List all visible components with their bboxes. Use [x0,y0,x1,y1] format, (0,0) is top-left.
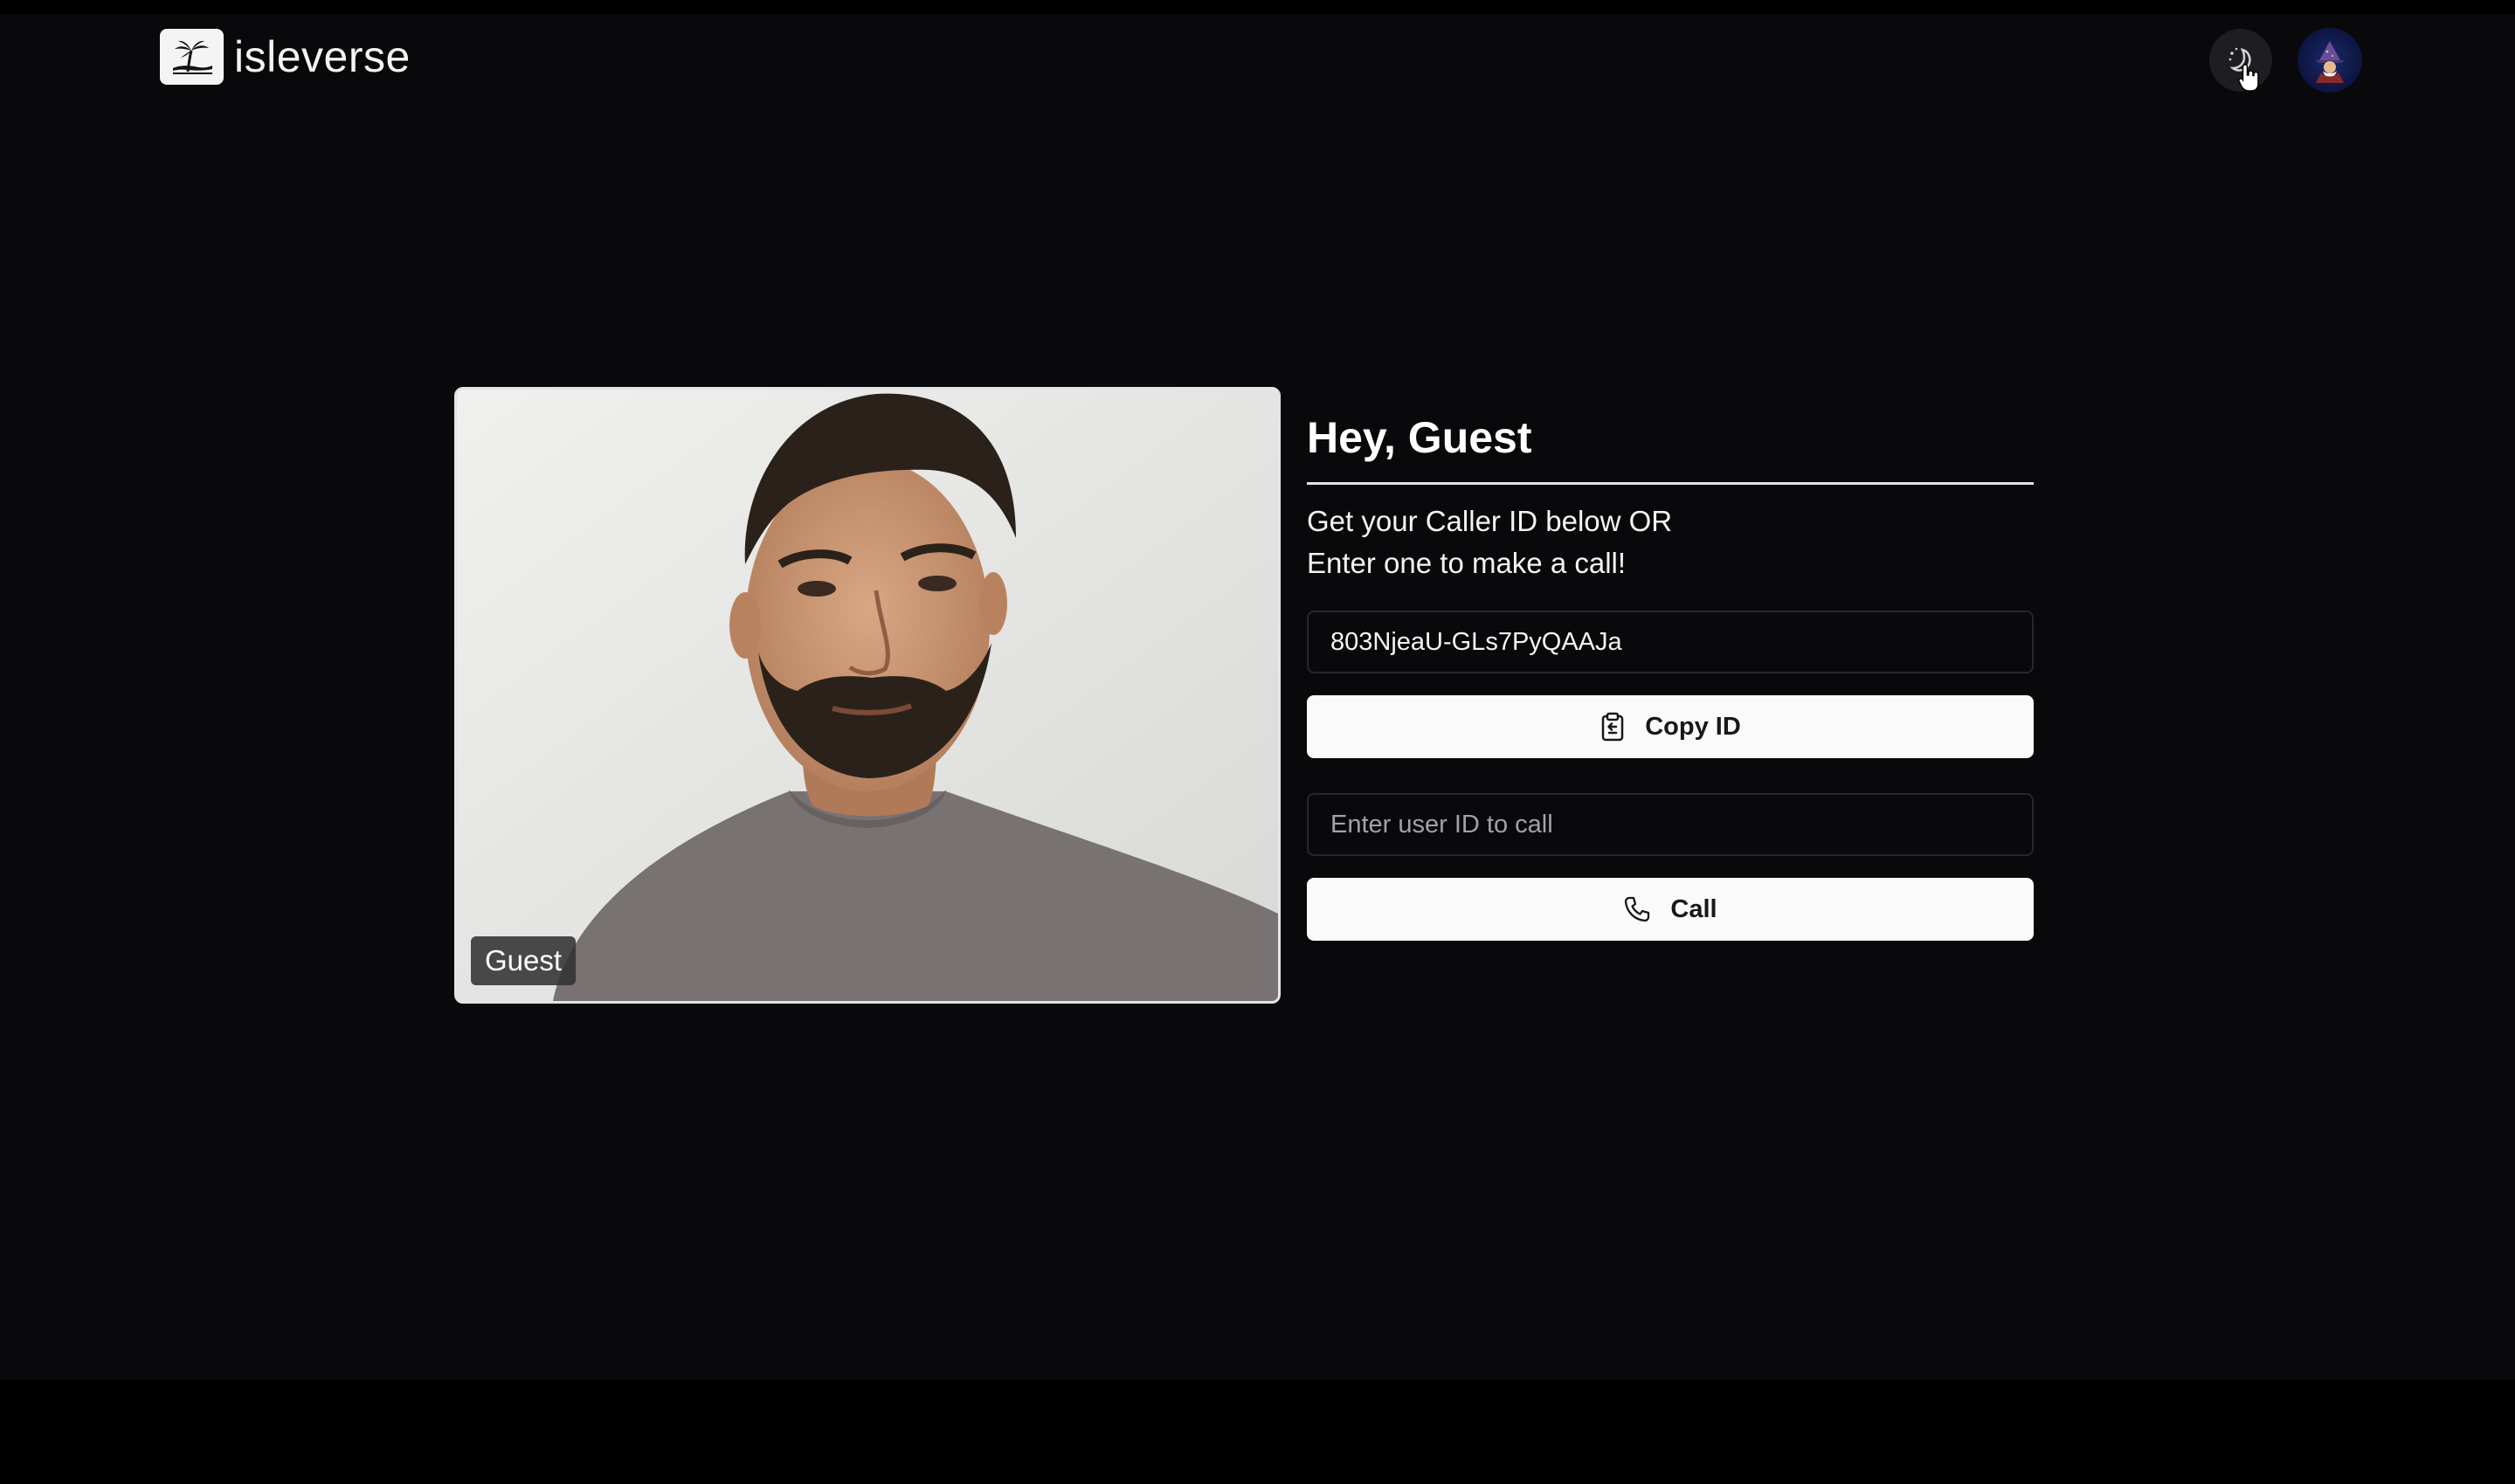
app-container: isleverse Guest Hey, Guest Get your Call… [0,14,2515,1380]
pointer-cursor-icon [2238,63,2261,97]
participant-label: Guest [471,936,577,985]
caller-id-field[interactable]: 803NjeaU-GLs7PyQAAJa [1307,611,2034,673]
wizard-avatar [2316,41,2344,83]
island-palm-icon [160,29,224,85]
caller-id-value: 803NjeaU-GLs7PyQAAJa [1330,627,1622,656]
call-button[interactable]: Call [1307,878,2034,941]
user-avatar[interactable] [2297,28,2362,93]
copy-id-button[interactable]: Copy ID [1307,695,2034,758]
instructions-line-1: Get your Caller ID below OR [1307,505,1673,537]
instructions-line-2: Enter one to make a call! [1307,547,1627,579]
greeting-heading: Hey, Guest [1307,413,1532,462]
copy-id-label: Copy ID [1645,712,1741,741]
local-video: Guest [454,387,1281,1004]
phone-icon [1625,896,1650,922]
brand-name: isleverse [234,32,411,81]
brand-logo[interactable]: isleverse [160,29,411,85]
divider [1307,482,2034,485]
video-feed [457,390,1278,1001]
clipboard-icon [1601,712,1624,742]
screen: isleverse Guest Hey, Guest Get your Call… [0,0,2515,1484]
instructions-text: Get your Caller ID below OR Enter one to… [1307,500,2034,584]
call-panel: Hey, Guest Get your Caller ID below OR E… [1307,411,2034,941]
call-user-id-input[interactable] [1307,793,2034,856]
call-label: Call [1670,894,1717,923]
